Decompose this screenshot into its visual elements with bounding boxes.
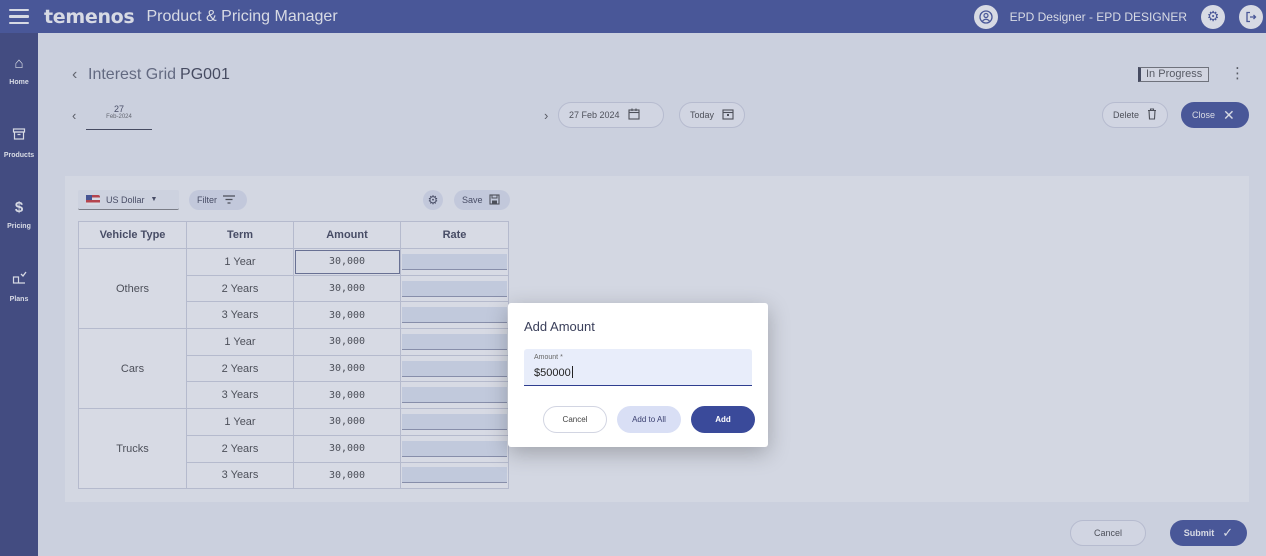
amount-input-value: 50000	[540, 367, 571, 379]
dialog-title: Add Amount	[524, 319, 595, 334]
add-amount-dialog: Add Amount Amount * $50000 Cancel Add to…	[508, 303, 768, 447]
add-button[interactable]: Add	[691, 406, 755, 433]
text-cursor	[571, 366, 573, 378]
amount-field[interactable]: Amount * $50000	[524, 349, 752, 386]
modal-backdrop[interactable]	[0, 0, 1266, 556]
amount-field-label: Amount *	[534, 354, 563, 361]
amount-input[interactable]: $50000	[534, 366, 573, 379]
dialog-cancel-button[interactable]: Cancel	[543, 406, 607, 433]
add-to-all-button[interactable]: Add to All	[617, 406, 681, 433]
